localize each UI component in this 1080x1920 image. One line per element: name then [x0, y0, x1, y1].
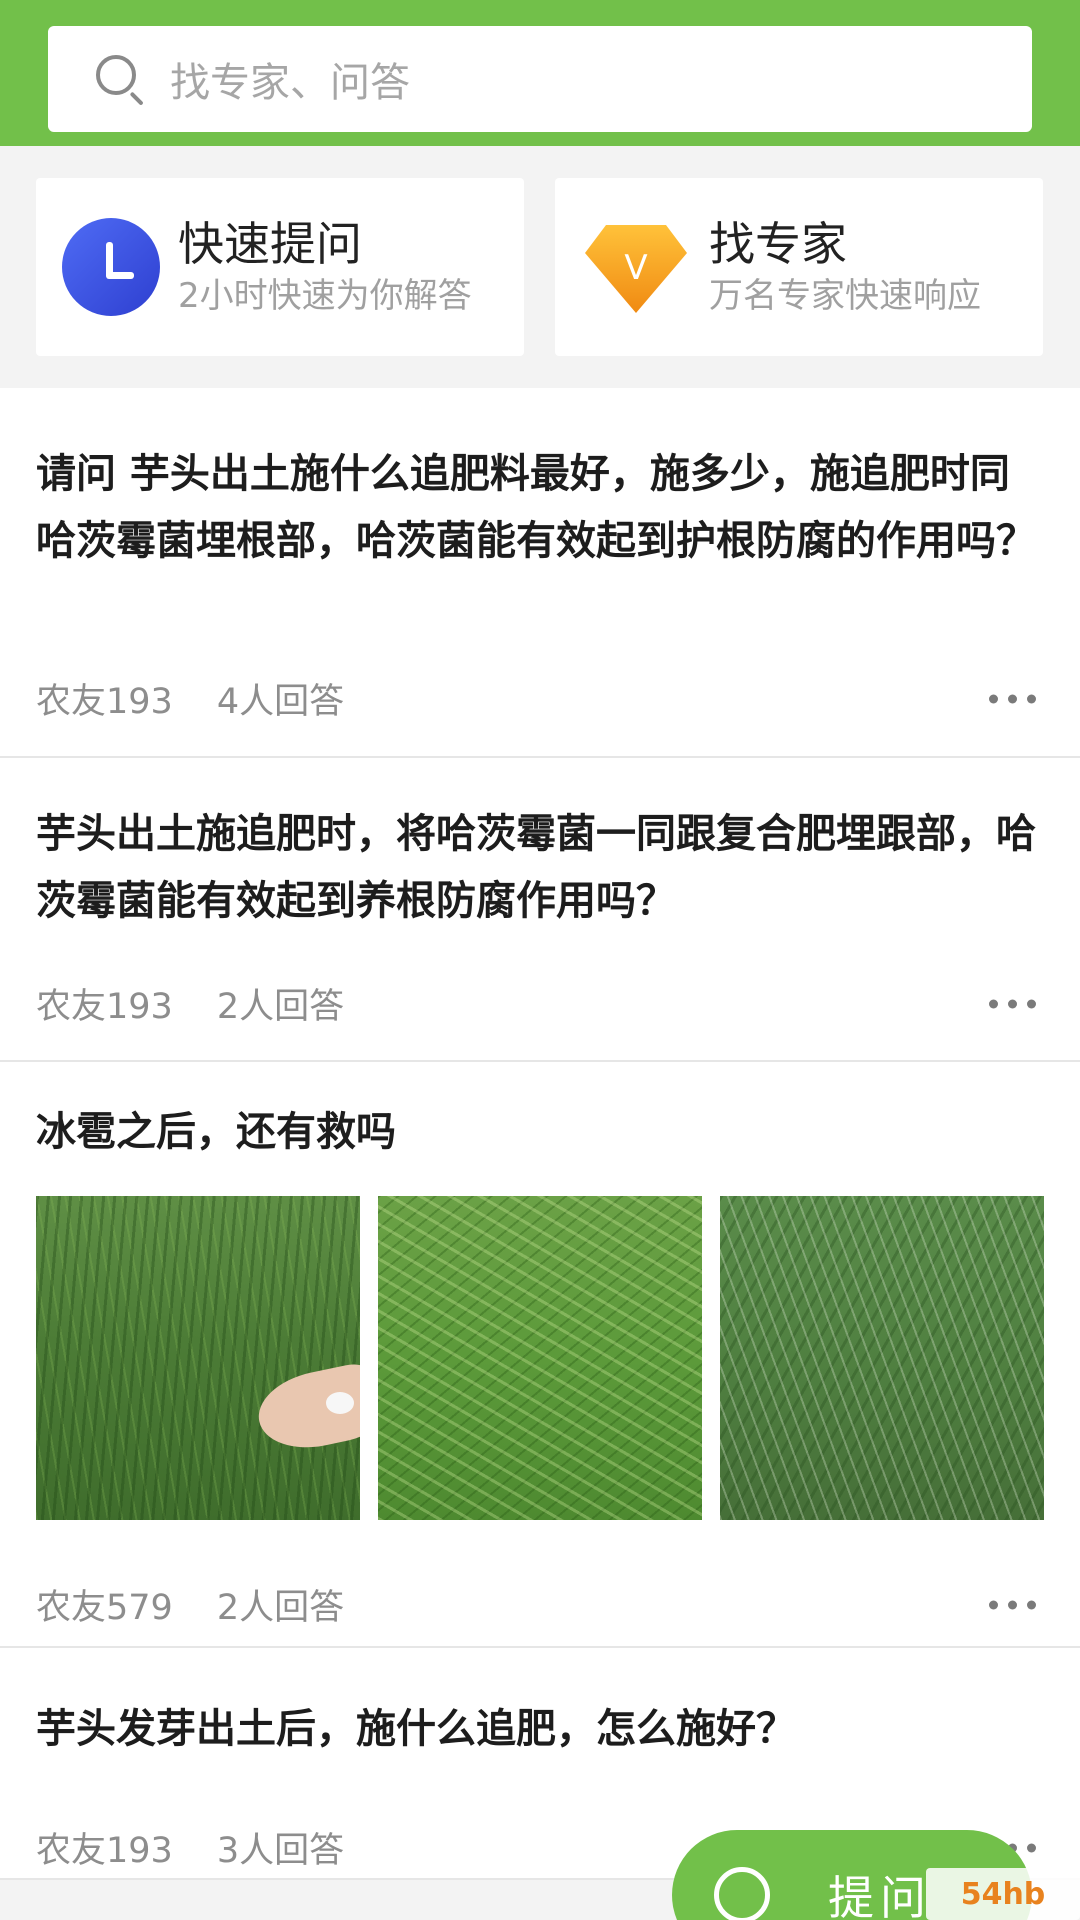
author-name: 农友193	[36, 682, 173, 722]
question-card[interactable]: 冰雹之后，还有救吗 农友579 2人回答	[0, 1062, 1080, 1648]
answer-count: 4人回答	[216, 682, 345, 722]
ask-question-label: 提问	[828, 1871, 932, 1920]
author-name: 农友579	[36, 1588, 173, 1628]
v-diamond-icon: V	[585, 225, 687, 313]
flattened-crop-photo[interactable]	[378, 1196, 702, 1520]
search-icon	[94, 53, 146, 106]
hail-field-photo[interactable]	[36, 1196, 360, 1520]
answer-count: 2人回答	[216, 987, 345, 1027]
more-icon[interactable]	[989, 694, 1036, 703]
search-bar[interactable]: 找专家、问答	[48, 26, 1032, 132]
question-title: 请问 芋头出土施什么追肥料最好，施多少，施追肥时同哈茨霉菌埋根部，哈茨菌能有效起…	[36, 451, 1036, 564]
image-row	[36, 1196, 1044, 1520]
question-feed: 请问 芋头出土施什么追肥料最好，施多少，施追肥时同哈茨霉菌埋根部，哈茨菌能有效起…	[0, 388, 1080, 1880]
answer-count: 3人回答	[216, 1831, 345, 1871]
answer-count: 2人回答	[216, 1588, 345, 1628]
quick-ask-card[interactable]: 快速提问 2小时快速为你解答	[36, 178, 524, 356]
svg-text:V: V	[624, 248, 647, 288]
question-title: 冰雹之后，还有救吗	[36, 1109, 396, 1155]
quick-ask-title: 快速提问	[178, 217, 362, 271]
author-name: 农友193	[36, 987, 173, 1027]
search-placeholder: 找专家、问答	[170, 60, 410, 106]
find-expert-card[interactable]: V 找专家 万名专家快速响应	[555, 178, 1043, 356]
top-bar: 找专家、问答	[0, 0, 1080, 146]
author-name: 农友193	[36, 1831, 173, 1871]
question-title: 芋头出土施追肥时，将哈茨霉菌一同跟复合肥埋跟部，哈茨霉菌能有效起到养根防腐作用吗…	[36, 811, 1036, 924]
question-meta: 农友193 4人回答	[36, 673, 1044, 724]
more-icon[interactable]	[989, 1600, 1036, 1609]
find-expert-title: 找专家	[709, 217, 847, 271]
bulb-icon	[714, 1867, 770, 1920]
watermark-logo: 54hb	[926, 1868, 1080, 1920]
clock-icon	[62, 218, 160, 316]
find-expert-subtitle: 万名专家快速响应	[709, 276, 981, 316]
more-icon[interactable]	[989, 999, 1036, 1008]
quick-ask-subtitle: 2小时快速为你解答	[178, 276, 472, 316]
question-card[interactable]: 芋头出土施追肥时，将哈茨霉菌一同跟复合肥埋跟部，哈茨霉菌能有效起到养根防腐作用吗…	[0, 758, 1080, 1062]
question-card[interactable]: 请问 芋头出土施什么追肥料最好，施多少，施追肥时同哈茨霉菌埋根部，哈茨菌能有效起…	[0, 388, 1080, 758]
question-meta: 农友193 2人回答	[36, 978, 1044, 1029]
question-title: 芋头发芽出土后，施什么追肥，怎么施好？	[36, 1706, 796, 1752]
damaged-field-photo[interactable]	[720, 1196, 1044, 1520]
question-meta: 农友579 2人回答	[36, 1579, 1044, 1630]
watermark-text: 54hb	[960, 1876, 1046, 1912]
